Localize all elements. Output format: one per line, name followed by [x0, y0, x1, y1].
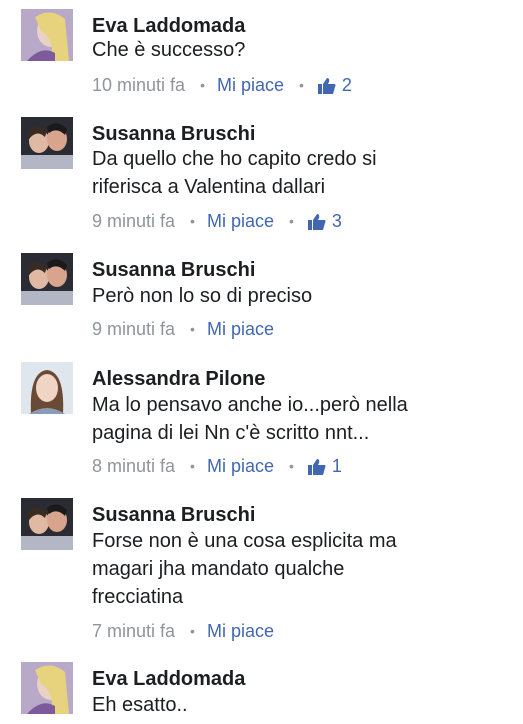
timestamp[interactable]: 9 minuti fa — [92, 210, 175, 232]
avatar[interactable] — [21, 362, 73, 414]
author-name[interactable]: Susanna Bruschi — [92, 122, 255, 146]
thumbs-up-icon[interactable] — [317, 77, 336, 94]
separator-dot: • — [190, 458, 195, 474]
like-button[interactable]: Mi piace — [207, 210, 274, 232]
avatar[interactable] — [21, 253, 73, 305]
comment-text: Forse non è una cosa esplicita ma magari… — [92, 530, 397, 608]
like-count[interactable]: 3 — [332, 210, 342, 232]
timestamp[interactable]: 7 minuti fa — [92, 620, 175, 642]
thumbs-up-icon[interactable] — [307, 213, 326, 230]
like-count[interactable]: 1 — [332, 455, 342, 477]
author-name[interactable]: Susanna Bruschi — [92, 503, 255, 527]
comment-meta: 7 minuti fa • Mi piace — [92, 620, 274, 642]
timestamp[interactable]: 9 minuti fa — [92, 318, 175, 340]
avatar[interactable] — [21, 117, 73, 169]
separator-dot: • — [190, 213, 195, 229]
comment-text: Che è successo? — [92, 39, 246, 61]
separator-dot: • — [190, 623, 195, 639]
timestamp[interactable]: 10 minuti fa — [92, 74, 185, 96]
like-button[interactable]: Mi piace — [217, 74, 284, 96]
author-name[interactable]: Alessandra Pilone — [92, 367, 265, 391]
timestamp[interactable]: 8 minuti fa — [92, 455, 175, 477]
avatar[interactable] — [21, 662, 73, 714]
separator-dot: • — [288, 213, 294, 229]
author-name[interactable]: Susanna Bruschi — [92, 258, 255, 282]
comment-text: Ma lo pensavo anche io...però nella pagi… — [92, 394, 408, 444]
separator-dot: • — [299, 77, 304, 93]
comment-meta: 10 minuti fa • Mi piace • 2 — [92, 74, 352, 96]
author-name[interactable]: Eva Laddomada — [92, 14, 245, 38]
comment-meta: 9 minuti fa • Mi piace — [92, 318, 274, 340]
comment-meta: 9 minuti fa • Mi piace • 3 — [92, 210, 342, 232]
avatar[interactable] — [21, 498, 73, 550]
comment-text: Però non lo so di preciso — [92, 285, 313, 307]
separator-dot: • — [200, 77, 205, 93]
avatar[interactable] — [21, 9, 73, 61]
author-name[interactable]: Eva Laddomada — [92, 667, 245, 691]
separator-dot: • — [190, 321, 195, 337]
like-button[interactable]: Mi piace — [207, 318, 274, 340]
like-count[interactable]: 2 — [342, 74, 352, 96]
like-button[interactable]: Mi piace — [207, 455, 274, 477]
like-button[interactable]: Mi piace — [207, 620, 274, 642]
comment-text: Eh esatto.. — [92, 694, 188, 716]
comment-text: Da quello che ho capito credo si riferis… — [92, 148, 377, 198]
separator-dot: • — [288, 458, 294, 474]
thumbs-up-icon[interactable] — [307, 458, 326, 475]
comment-meta: 8 minuti fa • Mi piace • 1 — [92, 455, 342, 477]
